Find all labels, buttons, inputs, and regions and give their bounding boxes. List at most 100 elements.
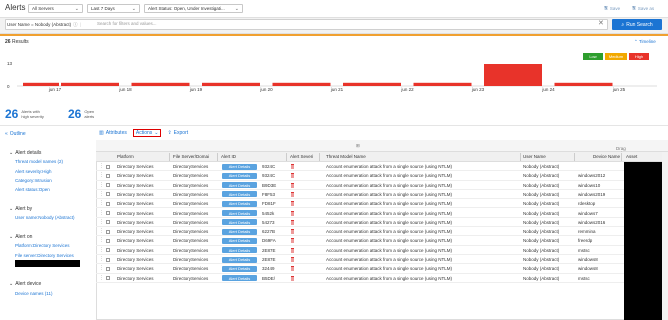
section-alert-on[interactable]: ⌄ Alert on <box>9 234 32 240</box>
row-checkbox[interactable] <box>106 211 110 215</box>
alert-details-button[interactable]: Alert Details <box>222 172 257 179</box>
chart-bar[interactable] <box>343 82 401 86</box>
table-row[interactable]: ⋮ Directory Services DirectoryServices Aler… <box>96 264 624 274</box>
column-asset[interactable]: Asset <box>626 154 637 159</box>
row-menu-icon[interactable]: ⋮ <box>99 265 104 271</box>
table-row[interactable]: ⋮ Directory Services DirectoryServices Aler… <box>96 181 624 190</box>
clear-search-icon[interactable]: ✕ <box>598 19 604 27</box>
sidebar-item-file-server[interactable]: File server:Directory Services <box>15 253 74 258</box>
table-row[interactable]: ⋮ Directory Services DirectoryServices Aler… <box>96 255 624 265</box>
column-alert-id[interactable]: Alert ID <box>221 154 236 159</box>
save-button[interactable]: 🖫 Save <box>604 4 620 12</box>
row-checkbox[interactable] <box>106 192 110 197</box>
row-checkbox[interactable] <box>106 164 110 169</box>
row-menu-icon[interactable]: ⋮ <box>99 247 104 253</box>
table-row[interactable]: ⋮ Directory Services DirectoryServices Aler… <box>96 209 624 218</box>
row-menu-icon[interactable]: ⋮ <box>99 219 104 225</box>
row-checkbox[interactable] <box>106 220 110 225</box>
timeline-toggle[interactable]: ⌃ Timeline <box>634 39 656 45</box>
row-menu-icon[interactable]: ⋮ <box>99 228 104 234</box>
table-row[interactable]: ⋮ Directory Services DirectoryServices Aler… <box>96 218 624 228</box>
sidebar-item-device-names[interactable]: Device names (11) <box>15 291 52 296</box>
row-menu-icon[interactable]: ⋮ <box>99 163 104 169</box>
table-row[interactable]: ⋮ Directory Services DirectoryServices Aler… <box>96 227 624 237</box>
alert-details-button[interactable]: Alert Details <box>222 228 257 235</box>
export-button[interactable]: ⇪ Export <box>167 130 188 136</box>
sidebar-item-status[interactable]: Alert status:Open <box>15 187 50 192</box>
alert-details-button[interactable]: Alert Details <box>222 219 257 226</box>
alert-details-button[interactable]: Alert Details <box>222 237 257 244</box>
filter-chip[interactable]: User Name = Nobody (Abstract) ⓘ | <box>7 21 81 28</box>
vertical-scrollbar[interactable] <box>662 152 668 320</box>
attributes-button[interactable]: ▥ Attributes <box>99 130 127 136</box>
alert-details-button[interactable]: Alert Details <box>222 256 257 263</box>
sidebar-item-user-name[interactable]: User name:Nobody (Abstract) <box>15 215 75 220</box>
table-row[interactable]: ⋮ Directory Services DirectoryServices Aler… <box>96 171 624 181</box>
time-filter-dropdown[interactable]: Last 7 Days ⌄ <box>87 4 140 13</box>
column-user-name[interactable]: User Name <box>523 154 546 159</box>
section-alert-device[interactable]: ⌄ Alert device <box>9 281 41 287</box>
actions-button[interactable]: Actions ⌄ <box>132 129 162 137</box>
row-checkbox[interactable] <box>106 238 110 243</box>
row-checkbox[interactable] <box>106 257 110 262</box>
column-file-server[interactable]: File Server/Domai <box>173 154 209 159</box>
column-threat-model[interactable]: Threat Model Name <box>326 154 366 159</box>
save-as-button[interactable]: 🖫 Save as <box>632 4 654 12</box>
table-row[interactable]: ⋮ Directory Services DirectoryServices Aler… <box>96 246 624 255</box>
row-menu-icon[interactable]: ⋮ <box>99 191 104 197</box>
row-checkbox[interactable] <box>106 229 110 234</box>
chart-bar[interactable] <box>61 82 119 86</box>
chart-bar[interactable] <box>23 82 59 86</box>
column-platform[interactable]: Platform <box>117 154 134 159</box>
row-menu-icon[interactable]: ⋮ <box>99 256 104 262</box>
search-input[interactable] <box>5 19 608 30</box>
alert-details-button[interactable]: Alert Details <box>222 191 257 198</box>
stat-open-alerts[interactable]: 26 Open alerts <box>68 107 94 121</box>
table-row[interactable]: ⋮ Directory Services DirectoryServices Aler… <box>96 274 624 283</box>
row-menu-icon[interactable]: ⋮ <box>99 182 104 188</box>
run-search-button[interactable]: ⌕ Run Search <box>612 19 662 30</box>
sidebar-item-severity[interactable]: Alert severity:High <box>15 169 52 174</box>
row-menu-icon[interactable]: ⋮ <box>99 275 104 281</box>
row-menu-icon[interactable]: ⋮ <box>99 200 104 206</box>
alert-details-button[interactable]: Alert Details <box>222 247 257 254</box>
outline-toggle[interactable]: « Outline <box>5 131 26 137</box>
alert-details-button[interactable]: Alert Details <box>222 200 257 207</box>
chart-bar[interactable] <box>131 82 190 86</box>
chart-bar[interactable] <box>272 82 331 86</box>
alert-details-button[interactable]: Alert Details <box>222 182 257 189</box>
alert-details-button[interactable]: Alert Details <box>222 265 257 272</box>
server-filter-dropdown[interactable]: All Servers ⌄ <box>28 4 83 13</box>
cell-threat-model: Account enumeration attack from a single… <box>326 191 453 197</box>
alert-details-button[interactable]: Alert Details <box>222 210 257 216</box>
row-checkbox[interactable] <box>106 266 110 271</box>
table-row[interactable]: ⋮ Directory Services DirectoryServices Aler… <box>96 236 624 246</box>
sidebar-item-threat-model[interactable]: Threat model names (2) <box>15 159 63 164</box>
stat-high-severity[interactable]: 26 Alerts with high severity <box>5 107 44 121</box>
table-row[interactable]: ⋮ Directory Services DirectoryServices Aler… <box>96 190 624 200</box>
sidebar-item-platform[interactable]: Platform:Directory Services <box>15 243 70 248</box>
chart-bar[interactable] <box>202 82 260 86</box>
column-alert-severity[interactable]: Alert Severi <box>290 154 313 159</box>
alert-details-button[interactable]: Alert Details <box>222 275 257 282</box>
row-checkbox[interactable] <box>106 201 110 206</box>
chart-bar[interactable] <box>413 82 472 86</box>
row-checkbox[interactable] <box>106 276 110 281</box>
chart-bar[interactable] <box>554 82 613 86</box>
section-alert-by[interactable]: ⌄ Alert by <box>9 206 32 212</box>
sidebar-item-category[interactable]: Category:Intrusion <box>15 178 52 183</box>
table-row[interactable]: ⋮ Directory Services DirectoryServices Aler… <box>96 199 624 209</box>
row-checkbox[interactable] <box>106 248 110 253</box>
alert-details-button[interactable]: Alert Details <box>222 163 257 170</box>
row-checkbox[interactable] <box>106 173 110 178</box>
row-checkbox[interactable] <box>106 183 110 188</box>
chart-bar[interactable] <box>484 64 542 86</box>
column-device-name[interactable]: Device Name <box>593 154 620 159</box>
group-drop-zone[interactable]: ⊞ Drag columns to group <box>96 140 668 161</box>
row-menu-icon[interactable]: ⋮ <box>99 237 104 243</box>
row-menu-icon[interactable]: ⋮ <box>99 210 104 216</box>
table-row[interactable]: ⋮ Directory Services DirectoryServices Aler… <box>96 162 624 172</box>
section-alert-details[interactable]: ⌄ Alert details <box>9 150 41 156</box>
status-filter-dropdown[interactable]: Alert Status: Open, Under Investigati...… <box>144 4 243 13</box>
row-menu-icon[interactable]: ⋮ <box>99 172 104 178</box>
